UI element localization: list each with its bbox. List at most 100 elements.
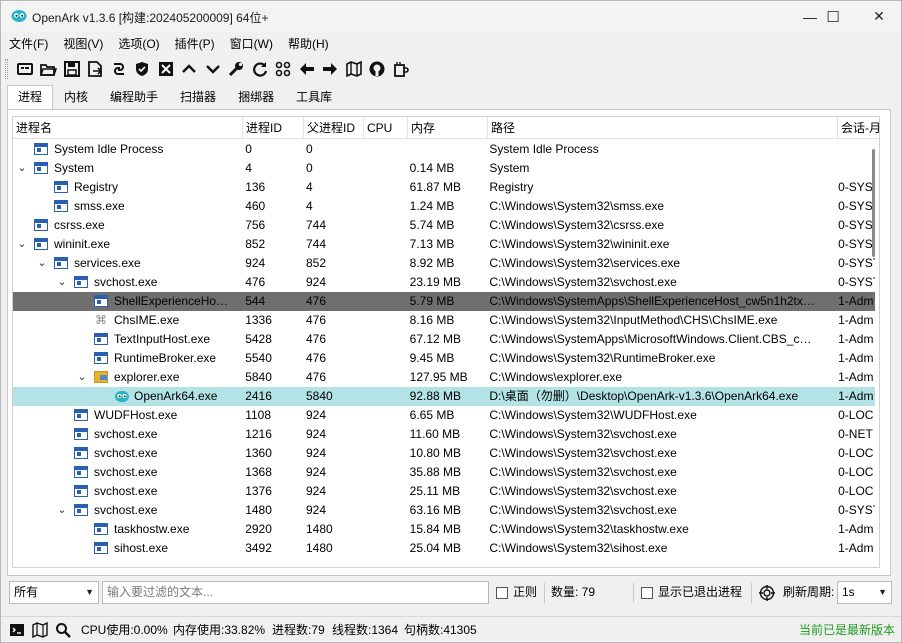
table-row[interactable]: ⌄ System 4 0 0.14 MB System	[13, 159, 875, 178]
vertical-scrollbar[interactable]	[871, 141, 877, 567]
col-path[interactable]: 路径	[488, 117, 838, 139]
col-session[interactable]: 会话-月	[838, 117, 879, 139]
toolbar-grip[interactable]	[5, 59, 8, 79]
col-cpu[interactable]: CPU	[364, 117, 408, 139]
scrollbar-thumb[interactable]	[872, 149, 875, 257]
table-row[interactable]: ⌄ services.exe 924 852 8.92 MB C:\Windows\Sys…	[13, 254, 875, 273]
refresh-icon[interactable]	[248, 57, 272, 81]
table-row[interactable]: ⌄ svchost.exe 1480 924 63.16 MB C:\Windows\Sy…	[13, 501, 875, 520]
separator	[544, 583, 545, 603]
process-name: wininit.exe	[54, 237, 111, 251]
table-row[interactable]: ShellExperienceHo… 544 476 5.79 MB C:\Window…	[13, 292, 875, 311]
kill-icon[interactable]	[154, 57, 178, 81]
cpu-cell	[363, 349, 407, 368]
menu-bar: 文件(F) 视图(V) 选项(O) 插件(P) 窗口(W) 帮助(H)	[1, 34, 336, 54]
menu-file[interactable]: 文件(F)	[1, 34, 55, 54]
regex-checkbox[interactable]	[496, 587, 508, 599]
target-icon[interactable]	[759, 585, 775, 601]
tab-bundler[interactable]: 捆绑器	[227, 85, 285, 109]
tab-scanner[interactable]: 扫描器	[169, 85, 227, 109]
tree-expand-icon[interactable]: ⌄	[16, 159, 28, 178]
table-row[interactable]: ⌘ ChsIME.exe 1336 476 8.16 MB C:\Windows\Syst…	[13, 311, 875, 330]
menu-help[interactable]: 帮助(H)	[280, 34, 336, 54]
map-icon[interactable]	[32, 622, 48, 638]
table-row[interactable]: WUDFHost.exe 1108 924 6.65 MB C:\Windows\Sys…	[13, 406, 875, 425]
tab-kernel[interactable]: 内核	[53, 85, 99, 109]
table-row[interactable]: svchost.exe 1376 924 25.11 MB C:\Windows\Sys…	[13, 482, 875, 501]
pid-cell: 544	[245, 294, 266, 308]
table-row[interactable]: sihost.exe 3492 1480 25.04 MB C:\Windows\Sys…	[13, 539, 875, 558]
col-pid[interactable]: 进程ID	[243, 117, 304, 139]
version-status[interactable]: 当前已是最新版本	[799, 617, 895, 643]
table-row[interactable]: System Idle Process 0 0 System Idle Process	[13, 140, 875, 159]
link-icon[interactable]	[107, 57, 131, 81]
tree-expand-icon[interactable]: ⌄	[56, 501, 68, 520]
tree-expand-icon[interactable]: ⌄	[36, 254, 48, 273]
table-row[interactable]: svchost.exe 1360 924 10.80 MB C:\Windows\Sys…	[13, 444, 875, 463]
table-row[interactable]: OpenArk64.exe 2416 5840 92.88 MB D:\桌面（勿删）\D…	[13, 387, 875, 406]
console-icon[interactable]	[9, 622, 25, 638]
grid-icon[interactable]	[272, 57, 296, 81]
table-row[interactable]: ⌄ wininit.exe 852 744 7.13 MB C:\Windows\Syst…	[13, 235, 875, 254]
memory-cell: 0.14 MB	[409, 161, 455, 175]
ppid-cell: 924	[305, 446, 327, 460]
wrench-icon[interactable]	[225, 57, 249, 81]
back-icon[interactable]	[295, 57, 319, 81]
menu-view[interactable]: 视图(V)	[55, 34, 110, 54]
window-app-icon	[74, 409, 88, 421]
session-cell: 1-Adm	[838, 332, 874, 346]
close-button[interactable]: ✕	[856, 1, 902, 32]
menu-plugins[interactable]: 插件(P)	[167, 34, 222, 54]
open-folder-icon[interactable]	[37, 57, 61, 81]
arrow-down-icon[interactable]	[201, 57, 225, 81]
table-row[interactable]: svchost.exe 1368 924 35.88 MB C:\Windows\Sys…	[13, 463, 875, 482]
filter-input[interactable]: 输入要过滤的文本...	[102, 581, 489, 604]
table-row[interactable]: svchost.exe 1216 924 11.60 MB C:\Windows\Sys…	[13, 425, 875, 444]
cpu-cell	[363, 311, 407, 330]
table-row[interactable]: ⌄ svchost.exe 476 924 23.19 MB C:\Windows\Sys…	[13, 273, 875, 292]
table-row[interactable]: csrss.exe 756 744 5.74 MB C:\Windows\System3…	[13, 216, 875, 235]
table-row[interactable]: ⌄ explorer.exe 5840 476 127.95 MB C:\Windows\…	[13, 368, 875, 387]
menu-window[interactable]: 窗口(W)	[222, 34, 280, 54]
refresh-period-select[interactable]: 1s ▼	[837, 581, 892, 604]
forward-icon[interactable]	[319, 57, 343, 81]
table-row[interactable]: TextInputHost.exe 5428 476 67.12 MB C:\Windo…	[13, 330, 875, 349]
show-exited-checkbox[interactable]	[641, 587, 653, 599]
export-icon[interactable]	[84, 57, 108, 81]
path-cell: C:\Windows\System32\svchost.exe	[489, 503, 677, 517]
shield-icon[interactable]	[131, 57, 155, 81]
tab-toolkit[interactable]: 工具库	[285, 85, 343, 109]
maximize-button[interactable]: ☐	[810, 1, 856, 32]
path-cell: C:\Windows\System32\InputMethod\CHS\ChsI…	[489, 313, 778, 327]
search-icon[interactable]	[55, 622, 71, 638]
scope-select[interactable]: 所有 ▼	[9, 581, 99, 604]
table-row[interactable]: taskhostw.exe 2920 1480 15.84 MB C:\Windows\…	[13, 520, 875, 539]
col-memory[interactable]: 内存	[408, 117, 488, 139]
tab-coder[interactable]: 编程助手	[99, 85, 169, 109]
process-name-cell: ⌘ ChsIME.exe	[13, 311, 242, 330]
arrow-up-icon[interactable]	[178, 57, 202, 81]
process-table[interactable]: 进程名 进程ID 父进程ID CPU 内存 路径 会话-月 System Idl…	[12, 116, 880, 568]
col-ppid[interactable]: 父进程ID	[304, 117, 364, 139]
memory-cell: 5.79 MB	[409, 294, 455, 308]
ppid-cell: 476	[305, 332, 327, 346]
cpu-cell	[363, 387, 407, 406]
tree-expand-icon[interactable]: ⌄	[16, 235, 28, 254]
table-row[interactable]: RuntimeBroker.exe 5540 476 9.45 MB C:\Window…	[13, 349, 875, 368]
session-cell	[835, 159, 875, 178]
table-row[interactable]: Registry 136 4 61.87 MB Registry 0-SYST	[13, 178, 875, 197]
save-icon[interactable]	[60, 57, 84, 81]
col-name[interactable]: 进程名	[13, 117, 243, 139]
map-icon[interactable]	[342, 57, 366, 81]
menu-options[interactable]: 选项(O)	[110, 34, 166, 54]
table-row[interactable]: smss.exe 460 4 1.24 MB C:\Windows\System32\s…	[13, 197, 875, 216]
tree-expand-icon[interactable]: ⌄	[56, 273, 68, 292]
tab-process[interactable]: 进程	[7, 85, 54, 110]
cpu-usage: CPU使用:0.00%	[81, 623, 168, 637]
session-cell: 0-LOC	[838, 446, 874, 460]
tree-expand-icon[interactable]: ⌄	[76, 368, 88, 387]
process-name: System Idle Process	[54, 142, 164, 156]
github-icon[interactable]	[366, 57, 390, 81]
coffee-icon[interactable]	[389, 57, 413, 81]
console-icon[interactable]	[13, 57, 37, 81]
